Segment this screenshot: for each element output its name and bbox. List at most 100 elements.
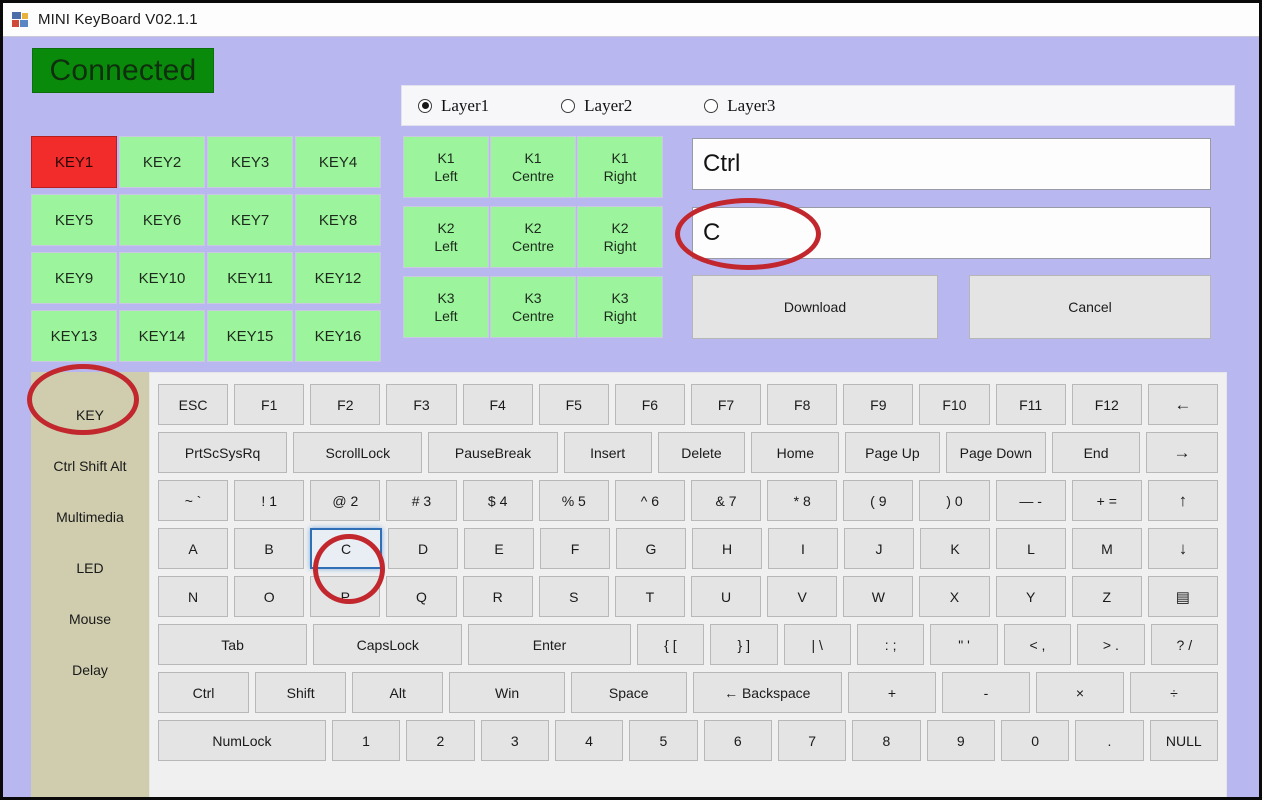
knob-button-k1-right[interactable]: K1 Right [577, 136, 663, 198]
key-button-key6[interactable]: KEY6 [119, 194, 205, 246]
keyboard-key-capslock[interactable]: CapsLock [313, 624, 463, 665]
keyboard-key-2[interactable]: @ 2 [310, 480, 381, 521]
keyboard-key-6[interactable]: ^ 6 [614, 480, 685, 521]
keyboard-key-b[interactable]: B [234, 528, 304, 569]
keyboard-key-symbol[interactable]: ▤ [1147, 576, 1218, 617]
keyboard-key-3[interactable]: 3 [480, 720, 549, 761]
keyboard-key-3[interactable]: # 3 [386, 480, 457, 521]
keyboard-key-4[interactable]: $ 4 [462, 480, 533, 521]
keyboard-key-f4[interactable]: F4 [462, 384, 533, 425]
keyboard-key-q[interactable]: Q [386, 576, 457, 617]
key-button-key7[interactable]: KEY7 [207, 194, 293, 246]
keyboard-key-symbol[interactable]: ↓ [1148, 528, 1218, 569]
keyboard-key-delete[interactable]: Delete [657, 432, 746, 473]
keyboard-key-symbol[interactable]: ~ ` [158, 480, 229, 521]
keyboard-key-m[interactable]: M [1072, 528, 1142, 569]
keyboard-key-symbol[interactable]: " ' [930, 624, 998, 665]
key-button-key4[interactable]: KEY4 [295, 136, 381, 188]
keyboard-key-x[interactable]: X [919, 576, 990, 617]
keyboard-key-5[interactable]: 5 [629, 720, 698, 761]
key-button-key15[interactable]: KEY15 [207, 310, 293, 362]
keyboard-key-symbol[interactable]: ← [1147, 384, 1218, 425]
keyboard-key-f5[interactable]: F5 [538, 384, 609, 425]
keyboard-key-t[interactable]: T [614, 576, 685, 617]
knob-button-k3-left[interactable]: K3 Left [403, 276, 489, 338]
keyboard-key-9[interactable]: 9 [926, 720, 995, 761]
key-button-key5[interactable]: KEY5 [31, 194, 117, 246]
keyboard-key-symbol[interactable]: : ; [856, 624, 925, 665]
keyboard-key-e[interactable]: E [464, 528, 534, 569]
keyboard-key-tab[interactable]: Tab [158, 624, 308, 665]
keyboard-key-enter[interactable]: Enter [468, 624, 631, 665]
radio-layer3[interactable]: Layer3 [704, 96, 775, 116]
key-button-key11[interactable]: KEY11 [207, 252, 293, 304]
macro-field-2[interactable]: C [692, 207, 1211, 259]
keyboard-key-8[interactable]: 8 [852, 720, 921, 761]
keyboard-key-f10[interactable]: F10 [919, 384, 990, 425]
cancel-button[interactable]: Cancel [969, 275, 1211, 339]
keyboard-key-s[interactable]: S [538, 576, 609, 617]
keyboard-key-i[interactable]: I [768, 528, 838, 569]
keyboard-key-ctrl[interactable]: Ctrl [158, 672, 250, 713]
knob-button-k2-centre[interactable]: K2 Centre [490, 206, 576, 268]
keyboard-key-backspace[interactable]: ← Backspace [692, 672, 842, 713]
key-button-key12[interactable]: KEY12 [295, 252, 381, 304]
keyboard-key-shift[interactable]: Shift [255, 672, 347, 713]
keyboard-key-f2[interactable]: F2 [310, 384, 381, 425]
key-button-key3[interactable]: KEY3 [207, 136, 293, 188]
keyboard-key-symbol[interactable]: + [847, 672, 936, 713]
knob-button-k1-centre[interactable]: K1 Centre [490, 136, 576, 198]
keyboard-key-9[interactable]: ( 9 [843, 480, 914, 521]
keyboard-key-numlock[interactable]: NumLock [158, 720, 326, 761]
keyboard-key-page-down[interactable]: Page Down [945, 432, 1047, 473]
keyboard-key-5[interactable]: % 5 [538, 480, 609, 521]
keyboard-key-symbol[interactable]: - [941, 672, 1030, 713]
radio-layer1[interactable]: Layer1 [418, 96, 489, 116]
keyboard-key-f3[interactable]: F3 [386, 384, 457, 425]
keyboard-key-home[interactable]: Home [751, 432, 840, 473]
keyboard-key-symbol[interactable]: > . [1077, 624, 1145, 665]
keyboard-key-c[interactable]: C [310, 528, 382, 569]
keyboard-key-j[interactable]: J [844, 528, 914, 569]
keyboard-key-page-up[interactable]: Page Up [845, 432, 940, 473]
sidebar-item-delay[interactable]: Delay [31, 644, 149, 695]
download-button[interactable]: Download [692, 275, 938, 339]
keyboard-key-f1[interactable]: F1 [234, 384, 305, 425]
keyboard-key-4[interactable]: 4 [554, 720, 624, 761]
keyboard-key-n[interactable]: N [158, 576, 229, 617]
macro-field-1[interactable]: Ctrl [692, 138, 1211, 190]
keyboard-key-7[interactable]: & 7 [690, 480, 762, 521]
keyboard-key-symbol[interactable]: } ] [710, 624, 778, 665]
key-button-key2[interactable]: KEY2 [119, 136, 205, 188]
keyboard-key-symbol[interactable]: < , [1003, 624, 1072, 665]
keyboard-key-a[interactable]: A [158, 528, 228, 569]
keyboard-key-0[interactable]: 0 [1000, 720, 1070, 761]
keyboard-key-f6[interactable]: F6 [614, 384, 685, 425]
keyboard-key-p[interactable]: P [310, 576, 381, 617]
keyboard-key-o[interactable]: O [234, 576, 305, 617]
keyboard-key-u[interactable]: U [690, 576, 762, 617]
keyboard-key-esc[interactable]: ESC [158, 384, 229, 425]
keyboard-key-l[interactable]: L [996, 528, 1066, 569]
keyboard-key-r[interactable]: R [462, 576, 533, 617]
keyboard-key-symbol[interactable]: — - [995, 480, 1066, 521]
radio-layer2[interactable]: Layer2 [561, 96, 632, 116]
keyboard-key-symbol[interactable]: × [1035, 672, 1124, 713]
keyboard-key-symbol[interactable]: ↑ [1147, 480, 1218, 521]
keyboard-key-alt[interactable]: Alt [352, 672, 444, 713]
keyboard-key-1[interactable]: ! 1 [234, 480, 305, 521]
keyboard-key-g[interactable]: G [616, 528, 686, 569]
keyboard-key-d[interactable]: D [388, 528, 458, 569]
keyboard-key-w[interactable]: W [843, 576, 914, 617]
keyboard-key-f[interactable]: F [540, 528, 610, 569]
keyboard-key-f9[interactable]: F9 [843, 384, 914, 425]
knob-button-k1-left[interactable]: K1 Left [403, 136, 489, 198]
sidebar-item-led[interactable]: LED [31, 542, 149, 593]
keyboard-key-6[interactable]: 6 [703, 720, 772, 761]
keyboard-key-scrolllock[interactable]: ScrollLock [293, 432, 423, 473]
keyboard-key-symbol[interactable]: + = [1071, 480, 1142, 521]
keyboard-key-null[interactable]: NULL [1149, 720, 1218, 761]
keyboard-key-symbol[interactable]: { [ [636, 624, 705, 665]
keyboard-key-f8[interactable]: F8 [767, 384, 838, 425]
keyboard-key-y[interactable]: Y [995, 576, 1066, 617]
